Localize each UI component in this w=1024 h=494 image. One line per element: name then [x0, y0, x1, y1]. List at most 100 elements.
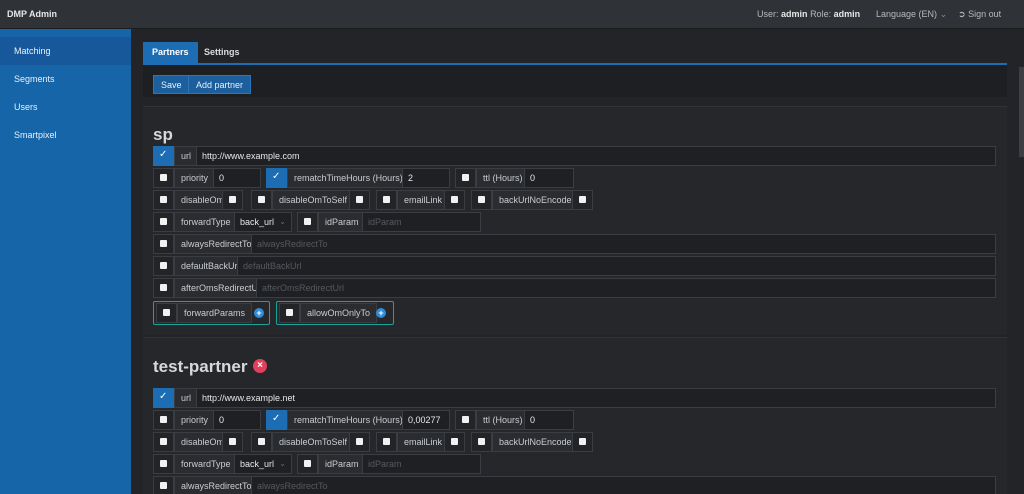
sidebar-item-users[interactable]: Users [0, 93, 131, 121]
priority-label: priority [174, 168, 216, 188]
defaultbackurl-checkbox[interactable] [153, 256, 174, 276]
allowomonlyto-checkbox[interactable] [279, 303, 300, 323]
disableom-checkbox[interactable] [153, 190, 174, 210]
backurlnoencode-label: backUrlNoEncode [492, 432, 579, 452]
url-label: url [174, 388, 199, 408]
disableom-value-checkbox[interactable] [222, 190, 243, 210]
add-partner-button[interactable]: Add partner [188, 75, 252, 94]
disableom-checkbox[interactable] [153, 432, 174, 452]
disableomtoself-value-checkbox[interactable] [349, 190, 370, 210]
partner-panel-test-partner: test-partner × url http://www.example.ne… [143, 337, 1007, 494]
app-title: DMP Admin [7, 9, 58, 19]
partner-title: sp [153, 125, 173, 144]
scrollbar[interactable] [1019, 67, 1024, 157]
rematch-label: rematchTimeHours (Hours) [287, 168, 410, 188]
priority-input[interactable]: 0 [213, 410, 261, 430]
backurlnoencode-value-checkbox[interactable] [572, 190, 593, 210]
rematch-label: rematchTimeHours (Hours) [287, 410, 410, 430]
top-bar: DMP Admin User: admin Role: admin Langua… [0, 0, 1024, 29]
backurlnoencode-label: backUrlNoEncode [492, 190, 579, 210]
url-input[interactable]: http://www.example.com [196, 146, 996, 166]
language-dropdown[interactable]: Language (EN) ⌄ [876, 9, 947, 20]
delete-icon[interactable]: × [253, 359, 267, 373]
emaillink-checkbox[interactable] [376, 432, 397, 452]
alwaysredirect-input[interactable]: alwaysRedirectTo [251, 476, 996, 494]
backurlnoencode-checkbox[interactable] [471, 432, 492, 452]
alwaysredirect-row: alwaysRedirectTo alwaysRedirectTo [153, 234, 996, 254]
save-button[interactable]: Save [153, 75, 190, 94]
sidebar: Matching Segments Users Smartpixel [0, 29, 131, 494]
afteroms-checkbox[interactable] [153, 278, 174, 298]
rematch-input[interactable]: 2 [402, 168, 450, 188]
alwaysredirect-label: alwaysRedirectTo [174, 476, 259, 494]
idparam-input[interactable]: idParam [362, 454, 481, 474]
alwaysredirect-input[interactable]: alwaysRedirectTo [251, 234, 996, 254]
ttl-label: ttl (Hours) [476, 410, 530, 430]
sidebar-item-segments[interactable]: Segments [0, 65, 131, 93]
disableomtoself-value-checkbox[interactable] [349, 432, 370, 452]
priority-input[interactable]: 0 [213, 168, 261, 188]
forwardtype-checkbox[interactable] [153, 454, 174, 474]
forwardtype-label: forwardType [174, 454, 238, 474]
tab-bar: Partners Settings [143, 42, 1007, 65]
main-content: Partners Settings Save Add partner sp ur… [131, 29, 1024, 494]
idparam-input[interactable]: idParam [362, 212, 481, 232]
alwaysredirect-checkbox[interactable] [153, 234, 174, 254]
alwaysredirect-checkbox[interactable] [153, 476, 174, 494]
idparam-checkbox[interactable] [297, 454, 318, 474]
disableomtoself-checkbox[interactable] [251, 190, 272, 210]
rematch-input[interactable]: 0,00277 [402, 410, 450, 430]
chevron-down-icon: ⌄ [939, 9, 948, 19]
afteroms-input[interactable]: afterOmsRedirectUrl [256, 278, 996, 298]
forwardtype-checkbox[interactable] [153, 212, 174, 232]
priority-checkbox[interactable] [153, 410, 174, 430]
sidebar-item-smartpixel[interactable]: Smartpixel [0, 121, 131, 149]
backurlnoencode-checkbox[interactable] [471, 190, 492, 210]
role-name: admin [833, 9, 861, 19]
url-input[interactable]: http://www.example.net [196, 388, 996, 408]
ttl-checkbox[interactable] [455, 168, 476, 188]
ttl-input[interactable]: 0 [524, 410, 574, 430]
chevron-down-icon: ⌄ [279, 459, 286, 468]
emaillink-value-checkbox[interactable] [444, 190, 465, 210]
toolbar: Save Add partner [143, 65, 1007, 97]
url-row: url http://www.example.com [153, 146, 996, 166]
ttl-label: ttl (Hours) [476, 168, 530, 188]
rematch-checkbox[interactable] [266, 168, 287, 188]
ttl-input[interactable]: 0 [524, 168, 574, 188]
signout-button[interactable]: ➲ Sign out [958, 9, 1001, 20]
allowomonlyto-label: allowOmOnlyTo [300, 303, 378, 323]
alwaysredirect-label: alwaysRedirectTo [174, 234, 259, 254]
url-checkbox[interactable] [153, 388, 174, 408]
defaultbackurl-input[interactable]: defaultBackUrl [237, 256, 996, 276]
url-checkbox[interactable] [153, 146, 174, 166]
emaillink-value-checkbox[interactable] [444, 432, 465, 452]
emaillink-label: emailLink [397, 432, 450, 452]
forwardtype-select[interactable]: back_url ⌄ [234, 454, 292, 474]
rematch-checkbox[interactable] [266, 410, 287, 430]
forwardparams-label: forwardParams [177, 303, 253, 323]
language-label: Language (EN) [876, 9, 938, 19]
tab-partners[interactable]: Partners [143, 42, 198, 63]
partner-title: test-partner [153, 357, 248, 376]
disableom-value-checkbox[interactable] [222, 432, 243, 452]
idparam-checkbox[interactable] [297, 212, 318, 232]
disableomtoself-label: disableOmToSelf [272, 432, 355, 452]
forwardparams-checkbox[interactable] [156, 303, 177, 323]
priority-checkbox[interactable] [153, 168, 174, 188]
forwardtype-value: back_url [240, 459, 275, 469]
user-name: admin [781, 9, 808, 19]
plus-icon[interactable]: + [376, 308, 386, 318]
forwardtype-select[interactable]: back_url ⌄ [234, 212, 292, 232]
disableomtoself-checkbox[interactable] [251, 432, 272, 452]
sidebar-item-matching[interactable]: Matching [0, 37, 131, 65]
ttl-checkbox[interactable] [455, 410, 476, 430]
backurlnoencode-value-checkbox[interactable] [572, 432, 593, 452]
emaillink-checkbox[interactable] [376, 190, 397, 210]
emaillink-label: emailLink [397, 190, 450, 210]
role-label: Role: [810, 9, 832, 19]
tab-settings[interactable]: Settings [195, 42, 249, 63]
chevron-down-icon: ⌄ [279, 217, 286, 226]
plus-icon[interactable]: + [254, 308, 264, 318]
disableomtoself-label: disableOmToSelf [272, 190, 355, 210]
